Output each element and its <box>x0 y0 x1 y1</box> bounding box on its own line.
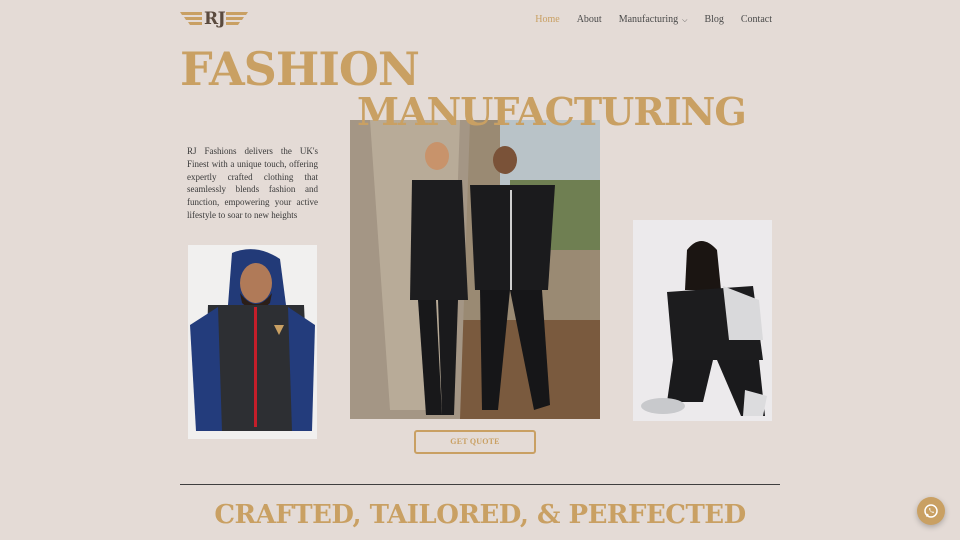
nav-manufacturing[interactable]: Manufacturing ⌵ <box>619 13 688 27</box>
get-quote-button[interactable]: GET QUOTE <box>414 430 536 454</box>
hero-title-line1: FASHION <box>180 42 420 96</box>
brand-logo[interactable]: RJ <box>180 9 248 29</box>
wing-right-icon <box>226 12 248 25</box>
nav-blog[interactable]: Blog <box>704 13 723 27</box>
hero-photo-jacket <box>188 245 317 439</box>
section-heading: CRAFTED, TAILORED, & PERFECTED <box>214 500 746 530</box>
whatsapp-chat-button[interactable] <box>917 497 945 525</box>
main-nav: Home About Manufacturing ⌵ Blog Contact <box>535 13 772 27</box>
hero-photo-couple <box>350 120 600 419</box>
wing-left-icon <box>180 12 202 25</box>
logo-text: RJ <box>204 9 226 29</box>
section-divider <box>180 484 780 485</box>
hero-intro-text: RJ Fashions delivers the UK's Finest wit… <box>187 146 318 220</box>
nav-contact[interactable]: Contact <box>741 13 772 27</box>
nav-home[interactable]: Home <box>535 13 559 27</box>
hero-title-line2: MANUFACTURING <box>357 89 747 134</box>
chevron-down-icon: ⌵ <box>682 16 688 24</box>
nav-manufacturing-label: Manufacturing <box>618 14 679 25</box>
nav-about[interactable]: About <box>577 13 602 27</box>
hero-photo-kneeling <box>633 220 772 421</box>
whatsapp-icon <box>924 504 938 518</box>
